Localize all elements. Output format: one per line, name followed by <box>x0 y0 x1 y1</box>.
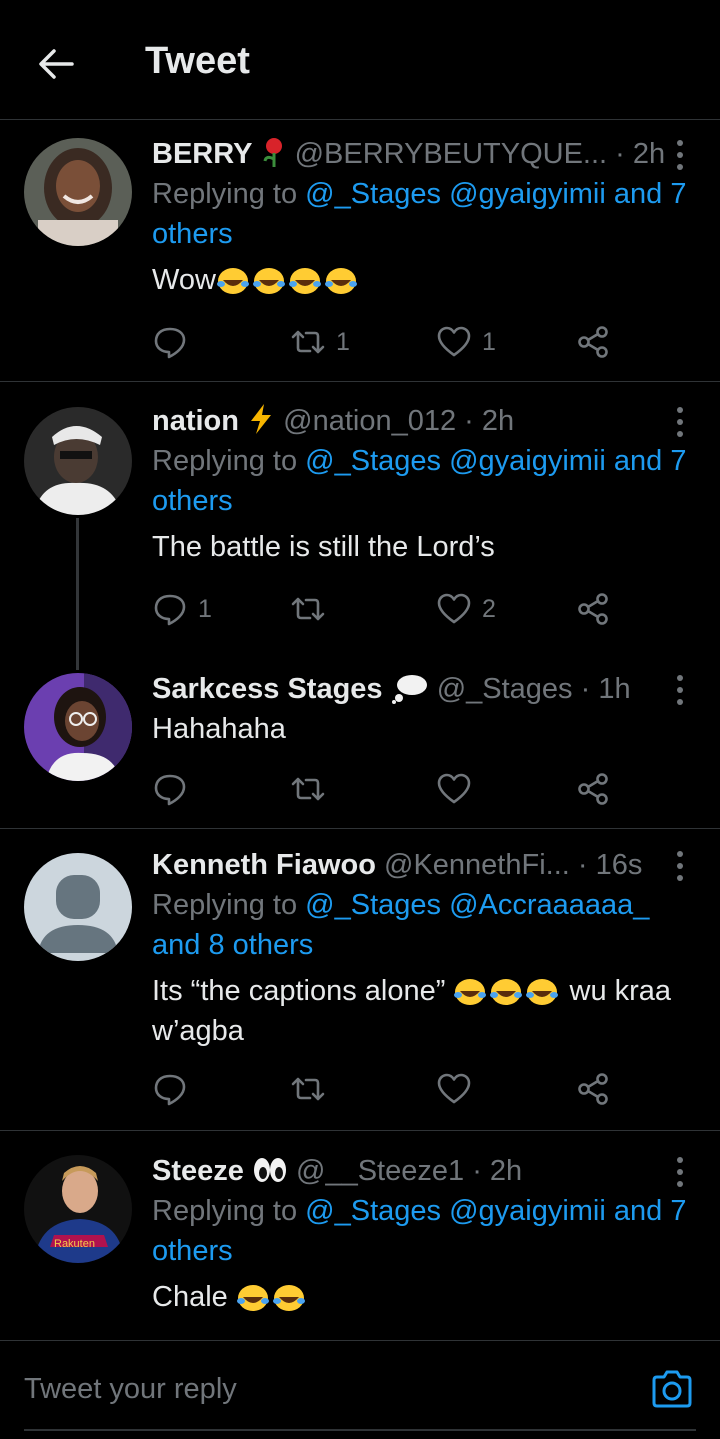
avatar[interactable]: Rakuten <box>24 1155 132 1263</box>
tweet-item[interactable]: Kenneth Fiawoo @KennethFi... · 16s Reply… <box>0 829 720 1131</box>
more-options-icon[interactable] <box>670 138 690 172</box>
reply-input[interactable] <box>24 1365 624 1413</box>
tweet-time: · 16s <box>577 849 643 881</box>
camera-icon[interactable] <box>650 1367 694 1411</box>
tweet-time: · 2h <box>615 138 666 170</box>
share-button[interactable] <box>576 767 612 811</box>
share-icon <box>578 326 608 358</box>
more-options-icon[interactable] <box>670 673 690 707</box>
tweet-actions: 1 2 <box>152 587 632 631</box>
tweet-item[interactable]: Sarkcess Stages @_Stages · 1h Hahahaha <box>0 649 720 829</box>
heart-icon <box>437 326 471 357</box>
user-handle[interactable]: @_Stages <box>437 673 573 705</box>
tweet-header: Sarkcess Stages @_Stages · 1h <box>152 671 692 707</box>
tweet-time: · 2h <box>464 405 515 437</box>
composer-underline <box>24 1429 696 1431</box>
retweet-icon <box>291 777 325 801</box>
retweet-button[interactable]: 1 <box>290 320 350 364</box>
like-button[interactable] <box>436 1067 482 1111</box>
reply-button[interactable] <box>152 1067 198 1111</box>
user-handle[interactable]: @__Steeze1 <box>296 1155 464 1187</box>
tweet-time: · 1h <box>580 673 631 705</box>
tweet-item[interactable]: BERRY @BERRYBEUTYQUE... · 2h Replying to… <box>0 120 720 382</box>
default-avatar-icon <box>24 853 132 961</box>
retweet-icon <box>291 597 325 621</box>
retweet-icon <box>291 330 325 354</box>
lightning-emoji-icon <box>251 404 272 434</box>
reply-button[interactable] <box>152 320 198 364</box>
avatar[interactable] <box>24 407 132 515</box>
tweet-actions <box>152 767 632 811</box>
replying-to: Replying to @_Stages @gyaigyimii and 7 o… <box>152 445 687 517</box>
like-button[interactable]: 2 <box>436 587 496 631</box>
display-name[interactable]: Kenneth Fiawoo <box>152 849 376 881</box>
replying-to: Replying to @_Stages @gyaigyimii and 7 o… <box>152 1195 687 1267</box>
laughing-emoji-icon <box>236 1281 308 1313</box>
reply-button[interactable]: 1 <box>152 587 212 631</box>
share-button[interactable] <box>576 587 612 631</box>
share-icon <box>578 593 608 625</box>
tweet-item[interactable]: Rakuten Steeze @__Steeze1 · 2h Replying … <box>0 1131 720 1340</box>
display-name[interactable]: BERRY <box>152 138 252 170</box>
top-bar: Tweet <box>0 0 720 120</box>
tweet-header: Kenneth Fiawoo @KennethFi... · 16s <box>152 847 692 883</box>
svg-text:Rakuten: Rakuten <box>54 1238 95 1250</box>
avatar[interactable] <box>24 138 132 246</box>
avatar[interactable] <box>24 673 132 781</box>
display-name[interactable]: nation <box>152 405 239 437</box>
tweet-text: Wow <box>152 260 692 300</box>
reply-icon <box>154 594 186 626</box>
heart-icon <box>437 593 471 624</box>
display-name[interactable]: Steeze <box>152 1155 244 1187</box>
share-icon <box>578 1073 608 1105</box>
display-name[interactable]: Sarkcess Stages <box>152 673 383 705</box>
user-handle[interactable]: @nation_012 <box>283 405 456 437</box>
avatar[interactable] <box>24 853 132 961</box>
tweet-item[interactable]: nation @nation_012 · 2h Replying to @_St… <box>0 383 720 649</box>
retweet-icon <box>291 1077 325 1101</box>
user-handle[interactable]: @KennethFi... <box>384 849 570 881</box>
heart-icon <box>437 773 471 804</box>
laughing-emoji-icon <box>216 264 360 296</box>
tweet-header: nation @nation_012 · 2h <box>152 403 692 439</box>
thought-bubble-icon <box>391 675 427 704</box>
retweet-button[interactable] <box>290 767 336 811</box>
tweet-time: · 2h <box>472 1155 523 1187</box>
more-options-icon[interactable] <box>670 849 690 883</box>
like-button[interactable]: 1 <box>436 320 496 364</box>
like-button[interactable] <box>436 767 482 811</box>
reply-icon <box>154 774 186 806</box>
replying-to: Replying to @_Stages @gyaigyimii and 7 o… <box>152 178 687 250</box>
reply-button[interactable] <box>152 767 198 811</box>
retweet-button[interactable] <box>290 1067 336 1111</box>
tweet-text: The battle is still the Lord’s <box>152 531 495 563</box>
more-options-icon[interactable] <box>670 405 690 439</box>
laughing-emoji-icon <box>453 975 561 1007</box>
retweet-button[interactable] <box>290 587 336 631</box>
tweet-actions <box>152 1067 632 1111</box>
more-options-icon[interactable] <box>670 1155 690 1189</box>
tweet-text: Its “the captions alone” wu kraa w’agba <box>152 975 672 1047</box>
reply-icon <box>154 327 186 359</box>
reply-icon <box>154 1074 186 1106</box>
tweet-header: Steeze @__Steeze1 · 2h <box>152 1153 692 1189</box>
tweet-header: BERRY @BERRYBEUTYQUE... · 2h <box>152 136 692 172</box>
user-handle[interactable]: @BERRYBEUTYQUE... <box>295 138 608 170</box>
tweet-actions: 1 1 <box>152 320 632 364</box>
replying-to: Replying to @_Stages @Accraaaaaa_ and 8 … <box>152 889 650 961</box>
tweet-text: Chale <box>152 1277 692 1317</box>
share-button[interactable] <box>576 320 612 364</box>
heart-icon <box>437 1073 471 1104</box>
reply-composer <box>0 1340 720 1439</box>
eyes-emoji-icon <box>253 1158 286 1182</box>
rose-emoji-icon <box>263 138 282 167</box>
back-arrow-icon[interactable] <box>36 44 76 84</box>
page-title: Tweet <box>145 40 250 82</box>
share-icon <box>578 773 608 805</box>
share-button[interactable] <box>576 1067 612 1111</box>
tweet-text: Hahahaha <box>152 713 286 745</box>
